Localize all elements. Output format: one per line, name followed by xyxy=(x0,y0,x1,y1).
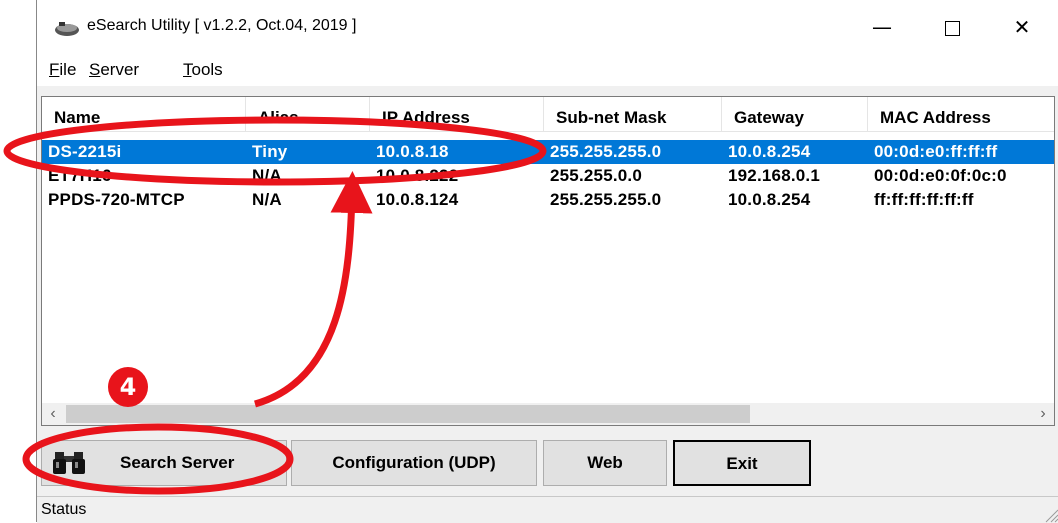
cell-alias: N/A xyxy=(252,190,282,209)
menu-tools[interactable]: Tools xyxy=(183,60,223,80)
cell-mask: 255.255.0.0 xyxy=(550,166,643,185)
maximize-button[interactable] xyxy=(929,10,975,44)
cell-alias: N/A xyxy=(252,166,282,185)
menu-server-accel: S xyxy=(89,60,101,79)
binoculars-icon xyxy=(53,452,85,474)
horizontal-scrollbar[interactable]: ‹ › xyxy=(42,403,1054,425)
step-badge: 4 xyxy=(108,367,148,407)
menu-server[interactable]: Server xyxy=(89,60,139,80)
close-button[interactable]: ✕ xyxy=(999,10,1045,44)
app-icon xyxy=(55,22,79,36)
window-title: eSearch Utility [ v1.2.2, Oct.04, 2019 ] xyxy=(87,17,357,34)
menu-server-label: erver xyxy=(100,60,140,79)
configuration-udp-button[interactable]: Configuration (UDP) xyxy=(291,440,537,486)
title-bar[interactable]: eSearch Utility [ v1.2.2, Oct.04, 2019 ]… xyxy=(37,0,1058,52)
menu-file-label: ile xyxy=(59,60,77,79)
cell-mac: 00:0d:e0:0f:0c:0 xyxy=(874,166,1007,185)
esearch-window: eSearch Utility [ v1.2.2, Oct.04, 2019 ]… xyxy=(36,0,1058,523)
column-header-alias[interactable]: Alias xyxy=(246,97,370,131)
menu-tools-accel: T xyxy=(183,60,192,79)
menu-file-accel: F xyxy=(49,60,60,79)
list-header: Name Alias IP Address Sub-net Mask Gatew… xyxy=(42,97,1054,132)
table-row[interactable]: ET7H16 N/A 10.0.8.222 255.255.0.0 192.16… xyxy=(42,164,1054,188)
menu-tools-label: ools xyxy=(191,60,223,79)
cell-name: PPDS-720-MTCP xyxy=(48,190,185,209)
column-header-gateway[interactable]: Gateway xyxy=(722,97,868,131)
cell-ip: 10.0.8.222 xyxy=(376,166,459,185)
cell-name: DS-2215i xyxy=(48,142,122,161)
exit-button[interactable]: Exit xyxy=(673,440,811,486)
cell-alias: Tiny xyxy=(252,142,288,161)
status-bar: Status xyxy=(37,496,1058,523)
cell-gateway: 192.168.0.1 xyxy=(728,166,821,185)
cell-mac: ff:ff:ff:ff:ff:ff xyxy=(874,190,974,209)
cell-gateway: 10.0.8.254 xyxy=(728,142,811,161)
column-header-mask[interactable]: Sub-net Mask xyxy=(544,97,722,131)
cell-name: ET7H16 xyxy=(48,166,112,185)
search-server-label: Search Server xyxy=(120,453,235,472)
maximize-icon xyxy=(944,21,960,36)
scroll-thumb[interactable] xyxy=(66,405,750,423)
menu-file[interactable]: File xyxy=(49,60,76,80)
scroll-right-arrow[interactable]: › xyxy=(1032,403,1054,425)
cell-mac: 00:0d:e0:ff:ff:ff xyxy=(874,142,998,161)
column-header-name[interactable]: Name xyxy=(42,97,246,131)
cell-mask: 255.255.255.0 xyxy=(550,142,662,161)
table-row[interactable]: DS-2215i Tiny 10.0.8.18 255.255.255.0 10… xyxy=(42,140,1054,164)
column-header-mac[interactable]: MAC Address xyxy=(868,97,1054,131)
cell-gateway: 10.0.8.254 xyxy=(728,190,811,209)
server-list[interactable]: Name Alias IP Address Sub-net Mask Gatew… xyxy=(41,96,1055,426)
cell-ip: 10.0.8.18 xyxy=(376,142,449,161)
cell-ip: 10.0.8.124 xyxy=(376,190,459,209)
resize-grip-icon[interactable] xyxy=(1041,505,1058,523)
column-header-ip[interactable]: IP Address xyxy=(370,97,544,131)
search-server-button[interactable]: Search Server xyxy=(41,440,287,486)
cell-mask: 255.255.255.0 xyxy=(550,190,662,209)
minimize-button[interactable]: — xyxy=(859,10,905,44)
scroll-left-arrow[interactable]: ‹ xyxy=(42,403,64,425)
status-text: Status xyxy=(41,501,87,518)
menu-bar: File Server Tools xyxy=(37,52,1058,86)
web-button[interactable]: Web xyxy=(543,440,667,486)
table-row[interactable]: PPDS-720-MTCP N/A 10.0.8.124 255.255.255… xyxy=(42,188,1054,212)
